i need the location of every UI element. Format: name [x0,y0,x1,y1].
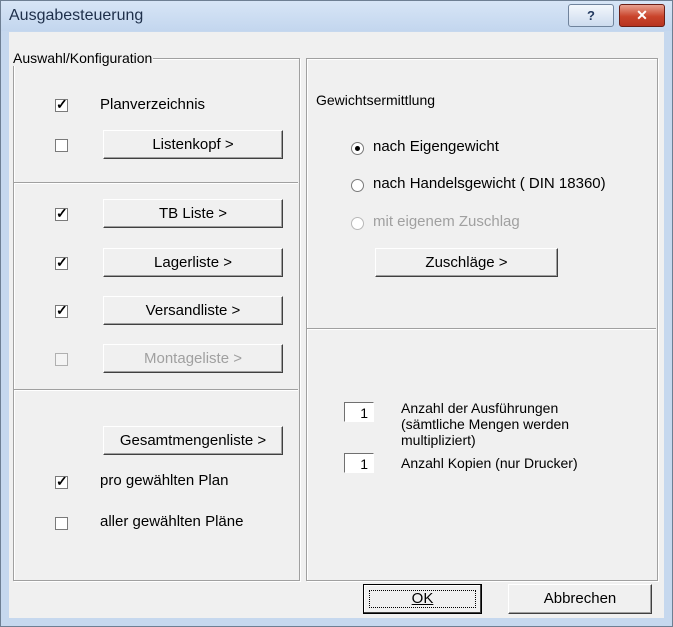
dialog-window: Ausgabesteuerung ? ✕ Auswahl/Konfigurati… [0,0,673,627]
ok-button[interactable]: OK [363,584,482,614]
cancel-label: Abbrechen [543,590,617,607]
ausfuehrungen-label-2: (sämtliche Mengen werden [401,416,570,432]
window-title: Ausgabesteuerung [9,7,144,24]
ausfuehrungen-label-1: Anzahl der Ausführungen [401,400,559,416]
help-button[interactable]: ? [568,4,614,27]
handelsgewicht-radio[interactable] [351,179,364,192]
ausfuehrungen-label-3: multipliziert) [401,432,476,448]
tb-liste-checkbox[interactable]: ✓ [55,205,68,221]
config-legend: Auswahl/Konfiguration [12,50,154,66]
planverzeichnis-checkbox[interactable]: ✓ [55,96,68,112]
radio-dot-icon [355,146,360,151]
divider [14,182,298,184]
kopien-label: Anzahl Kopien (nur Drucker) [401,455,578,471]
check-mark-icon: ✓ [56,473,68,489]
check-mark-icon: ✓ [56,254,68,270]
zuschlaege-button[interactable]: Zuschläge > [375,248,558,277]
planverzeichnis-label: Planverzeichnis [100,96,206,113]
montageliste-button[interactable]: Montageliste > [103,344,283,373]
ausfuehrungen-input[interactable]: 1 [344,402,374,422]
zuschlag-label: mit eigenem Zuschlag [373,213,520,230]
versandliste-button[interactable]: Versandliste > [103,296,283,325]
tb-liste-button[interactable]: TB Liste > [103,199,283,228]
ok-label: OK [411,590,434,607]
aller-plaene-label: aller gewählten Pläne [100,513,244,530]
versandliste-checkbox[interactable]: ✓ [55,302,68,318]
gewicht-title: Gewichtsermittlung [316,92,436,108]
dialog-body: Auswahl/Konfiguration ✓ Planverzeichnis … [9,32,664,618]
handelsgewicht-label: nach Handelsgewicht ( DIN 18360) [373,175,606,192]
aller-plaene-checkbox[interactable] [55,517,68,530]
check-mark-icon: ✓ [56,205,68,221]
lagerliste-checkbox[interactable]: ✓ [55,254,68,270]
zuschlag-radio[interactable] [351,217,364,230]
cancel-button[interactable]: Abbrechen [508,584,652,614]
title-bar[interactable]: Ausgabesteuerung ? ✕ [1,1,672,31]
divider [14,389,298,391]
lagerliste-button[interactable]: Lagerliste > [103,248,283,277]
eigengewicht-radio[interactable] [351,142,364,155]
divider [307,328,656,330]
kopien-input[interactable]: 1 [344,453,374,473]
check-mark-icon: ✓ [56,96,68,112]
check-mark-icon: ✓ [56,302,68,318]
gesamtmengenliste-button[interactable]: Gesamtmengenliste > [103,426,283,455]
pro-plan-label: pro gewählten Plan [100,472,229,489]
eigengewicht-label: nach Eigengewicht [373,138,499,155]
pro-plan-checkbox[interactable]: ✓ [55,473,68,489]
listenkopf-checkbox[interactable] [55,139,68,152]
right-panel [306,58,658,581]
close-button[interactable]: ✕ [619,4,665,27]
montageliste-checkbox[interactable] [55,353,68,366]
listenkopf-button[interactable]: Listenkopf > [103,130,283,159]
